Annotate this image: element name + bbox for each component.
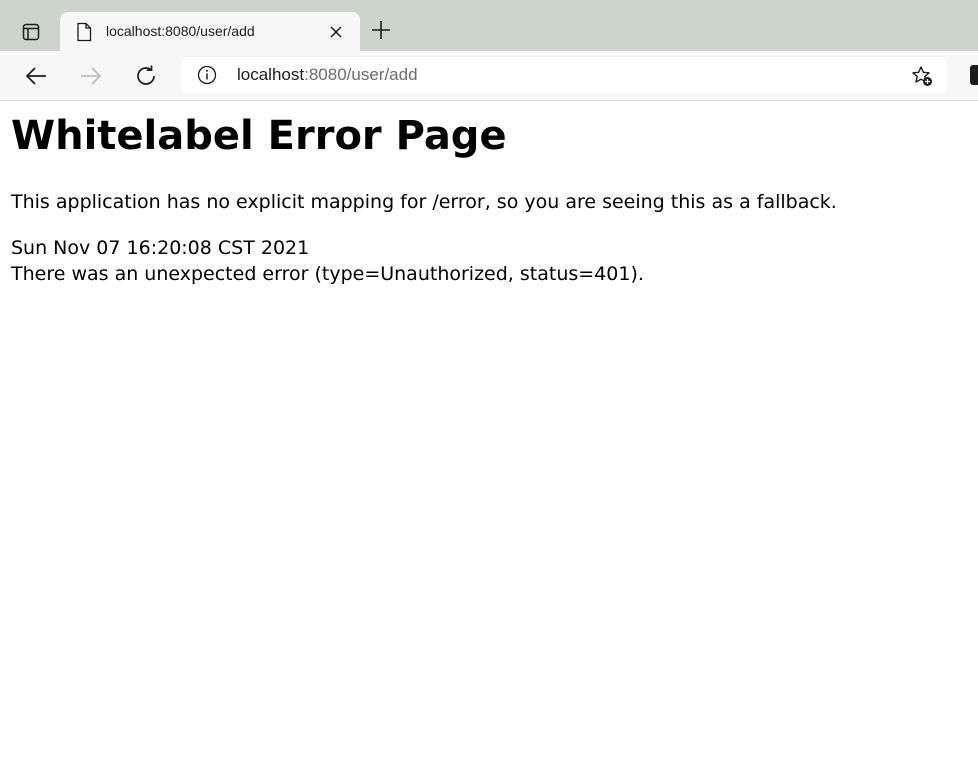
forward-arrow-icon <box>81 67 102 85</box>
error-timestamp: Sun Nov 07 16:20:08 CST 2021 <box>11 237 310 259</box>
profile-icon[interactable] <box>968 63 978 87</box>
error-details: There was an unexpected error (type=Unau… <box>11 263 644 285</box>
back-button[interactable] <box>23 63 49 89</box>
page-content: Whitelabel Error Page This application h… <box>0 101 978 761</box>
forward-button[interactable] <box>78 63 104 89</box>
browser-tab[interactable]: localhost:8080/user/add <box>60 12 360 51</box>
tab-title: localhost:8080/user/add <box>106 23 255 39</box>
fallback-message: This application has no explicit mapping… <box>11 191 837 213</box>
back-arrow-icon <box>25 67 46 85</box>
url-path: :8080/user/add <box>304 65 418 84</box>
close-icon[interactable] <box>328 24 344 40</box>
reload-button[interactable] <box>133 63 159 89</box>
url-text[interactable]: localhost:8080/user/add <box>237 65 418 85</box>
info-icon[interactable] <box>197 65 217 85</box>
plus-icon[interactable] <box>370 19 392 41</box>
reload-icon <box>137 65 155 85</box>
url-host: localhost <box>237 65 305 84</box>
tab-strip: localhost:8080/user/add <box>0 0 978 51</box>
document-icon <box>77 22 92 42</box>
tab-actions-icon <box>22 23 40 41</box>
browser-toolbar: localhost:8080/user/add <box>0 51 978 101</box>
tab-actions-button[interactable] <box>15 18 47 46</box>
address-bar[interactable]: localhost:8080/user/add <box>181 57 947 93</box>
favorites-add-icon[interactable] <box>911 65 933 87</box>
page-title: Whitelabel Error Page <box>11 113 507 159</box>
